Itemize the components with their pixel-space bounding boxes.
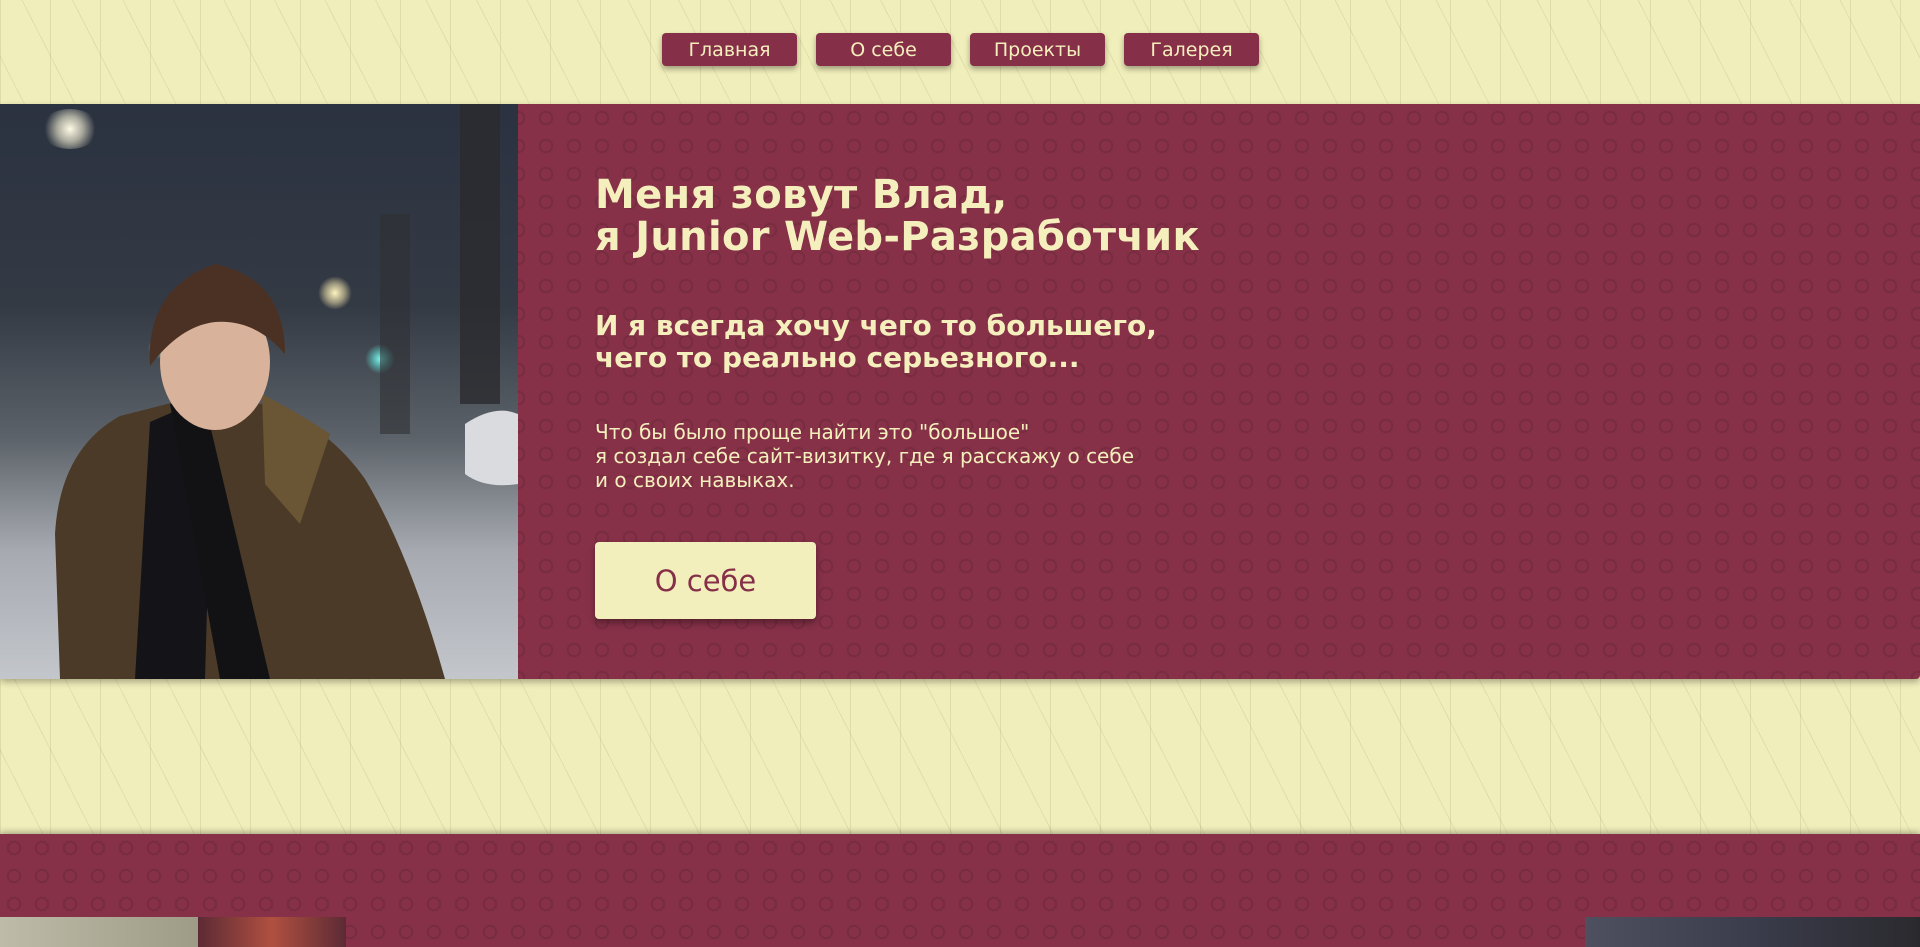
hero-description: Что бы было проще найти это "большое" я … [595, 420, 1135, 492]
top-navigation: Главная О себе Проекты Галерея [662, 33, 1259, 66]
hero-text-block: Меня зовут Влад, я Junior Web-Разработчи… [595, 174, 1200, 619]
person-silhouette [55, 104, 518, 679]
hero-section: Меня зовут Влад, я Junior Web-Разработчи… [0, 104, 1920, 679]
hero-subtitle: И я всегда хочу чего то большего, чего т… [595, 309, 1157, 374]
nav-gallery-button[interactable]: Галерея [1124, 33, 1259, 66]
gallery-image[interactable] [1585, 917, 1920, 947]
nav-about-button[interactable]: О себе [816, 33, 951, 66]
profile-photo [0, 104, 518, 679]
gallery-section [0, 834, 1920, 947]
nav-home-button[interactable]: Главная [662, 33, 797, 66]
about-me-button[interactable]: О себе [595, 542, 816, 619]
hero-title: Меня зовут Влад, я Junior Web-Разработчи… [595, 172, 1200, 260]
gallery-image[interactable] [198, 917, 346, 947]
nav-projects-button[interactable]: Проекты [970, 33, 1105, 66]
gallery-image[interactable] [0, 917, 198, 947]
